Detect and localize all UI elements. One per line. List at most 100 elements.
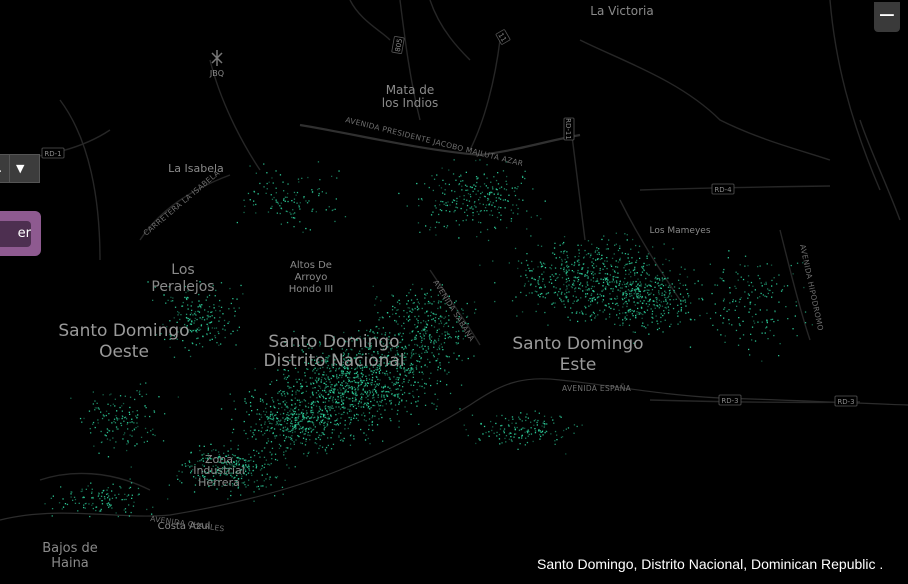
activity-dot	[565, 428, 567, 430]
activity-dot	[551, 282, 553, 284]
activity-dot	[548, 281, 550, 283]
activity-dot	[471, 186, 473, 189]
activity-dot	[688, 295, 690, 297]
activity-dot	[559, 415, 561, 417]
activity-dot	[520, 182, 522, 184]
activity-dot	[405, 359, 407, 361]
activity-dot	[419, 385, 421, 387]
activity-dot	[309, 396, 312, 398]
activity-dot	[425, 326, 427, 329]
activity-dot	[301, 418, 304, 421]
caret-down-icon[interactable]: ▼	[16, 162, 24, 175]
activity-dot	[327, 385, 329, 388]
activity-dot	[537, 282, 539, 284]
activity-dot	[442, 192, 444, 194]
activity-dot	[600, 278, 602, 280]
label-los-mameyes: Los Mameyes	[649, 226, 710, 236]
activity-dot	[367, 395, 369, 397]
layer-select[interactable]: . ▼	[0, 154, 40, 183]
activity-dot	[566, 264, 568, 266]
activity-dot	[585, 254, 588, 256]
activity-dot	[228, 308, 230, 310]
activity-dot	[303, 453, 305, 455]
activity-dot	[761, 332, 763, 334]
activity-dot	[534, 290, 536, 292]
activity-dot	[527, 417, 529, 419]
activity-dot	[624, 317, 626, 319]
activity-dot	[457, 338, 459, 340]
activity-dot	[596, 293, 599, 295]
activity-dot	[189, 318, 191, 320]
activity-dot	[318, 434, 320, 436]
activity-dot	[391, 393, 393, 395]
svg-text:RD-3: RD-3	[721, 397, 738, 405]
activity-dot	[554, 242, 556, 244]
activity-dot	[727, 257, 729, 259]
activity-dot	[667, 312, 670, 314]
activity-dot	[407, 300, 409, 302]
activity-dot	[362, 412, 365, 414]
activity-dot	[625, 292, 627, 295]
activity-dot	[635, 244, 637, 247]
activity-dot	[529, 270, 531, 272]
activity-dot	[395, 381, 398, 383]
activity-dot	[471, 414, 474, 416]
activity-dot	[190, 472, 192, 474]
activity-dot	[607, 303, 610, 305]
activity-dot	[766, 296, 768, 298]
activity-dot	[418, 198, 420, 200]
activity-dot	[480, 222, 482, 224]
activity-dot	[541, 425, 543, 427]
activity-dot	[615, 260, 617, 262]
activity-dot	[259, 398, 262, 400]
activity-dot	[346, 413, 349, 415]
activity-dot	[293, 198, 296, 200]
activity-dot	[403, 310, 405, 312]
activity-dot	[346, 372, 348, 375]
activity-dot	[728, 250, 730, 252]
activity-dot	[652, 246, 654, 248]
activity-dot	[294, 431, 296, 433]
filter-button[interactable]: er	[0, 221, 31, 247]
map-canvas[interactable]: RD-1 RD-4 RD-3 RD-3 RD-11 805 11 JBQ La …	[0, 0, 908, 584]
activity-dot	[633, 269, 636, 271]
activity-dot	[365, 396, 367, 399]
activity-dot	[374, 304, 376, 306]
activity-dot	[368, 412, 371, 414]
activity-dot	[636, 259, 638, 262]
activity-dot	[124, 508, 127, 510]
activity-dot	[170, 300, 172, 302]
activity-dot	[392, 313, 394, 315]
activity-dot	[640, 274, 642, 276]
activity-dot	[679, 321, 681, 323]
activity-dot	[276, 422, 278, 425]
activity-dot	[566, 254, 568, 257]
activity-dot	[279, 434, 281, 436]
activity-dot	[563, 236, 566, 238]
activity-dot	[91, 497, 93, 499]
activity-dot	[515, 433, 517, 435]
activity-dot	[501, 424, 503, 427]
activity-dot	[211, 338, 213, 340]
activity-dot	[677, 304, 679, 306]
activity-dot	[460, 384, 463, 386]
activity-dot	[70, 491, 72, 493]
activity-dot	[381, 390, 383, 393]
activity-dot	[296, 381, 298, 383]
activity-dot	[307, 176, 309, 179]
activity-dot	[409, 364, 411, 366]
activity-dot	[565, 269, 568, 271]
activity-dot	[539, 434, 541, 436]
activity-dot	[322, 389, 324, 392]
activity-dot	[351, 391, 353, 393]
activity-dot	[299, 413, 301, 415]
activity-dot	[112, 483, 114, 485]
zoom-out-button[interactable]: −	[874, 2, 900, 32]
activity-dot	[573, 424, 576, 426]
activity-dot	[436, 348, 438, 351]
activity-dot	[573, 284, 575, 286]
activity-dot	[637, 251, 640, 253]
activity-dot	[282, 391, 284, 393]
activity-dot	[260, 424, 262, 426]
activity-dot	[431, 324, 433, 327]
